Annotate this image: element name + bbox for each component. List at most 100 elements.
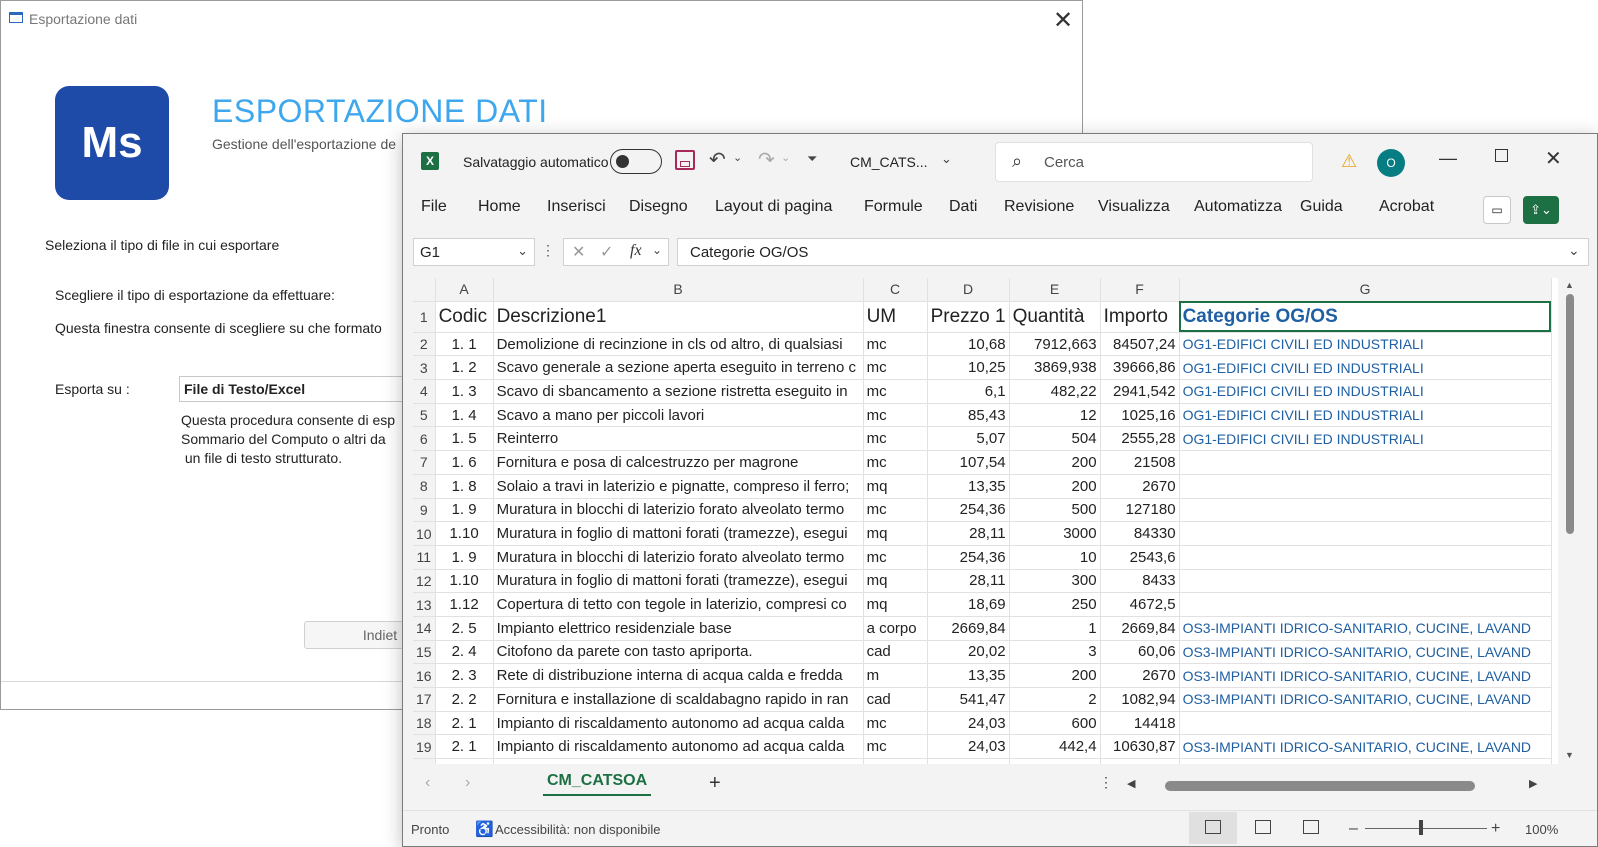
minimize-icon[interactable]: — [1439, 148, 1457, 169]
cell[interactable]: 1. 9 [435, 545, 494, 570]
cell[interactable]: 2. 4 [435, 640, 494, 665]
cell[interactable]: mc [863, 332, 928, 357]
row-header[interactable]: 18 [413, 711, 436, 736]
cell[interactable]: OG1-EDIFICI CIVILI ED INDUSTRIALI [1179, 332, 1552, 357]
row-header[interactable]: 10 [413, 521, 436, 546]
cell[interactable] [1179, 545, 1552, 570]
cell[interactable]: 1. 4 [435, 403, 494, 428]
scroll-right-icon[interactable]: ▶ [1529, 777, 1537, 790]
accessibility-icon[interactable]: ♿ [475, 820, 494, 838]
cell[interactable]: mc [863, 734, 928, 760]
cell[interactable]: 2. 5 [435, 616, 494, 641]
cell[interactable]: Categorie OG/OS [1179, 301, 1552, 333]
row-header[interactable]: 19 [413, 734, 436, 760]
zoom-slider-track[interactable] [1365, 828, 1487, 829]
zoom-out-button[interactable]: – [1349, 820, 1358, 838]
cell[interactable]: 10 [1009, 545, 1101, 570]
row-header[interactable]: 8 [413, 474, 436, 499]
scroll-up-icon[interactable]: ▲ [1565, 280, 1574, 290]
tab-file[interactable]: File [421, 198, 447, 216]
scroll-left-icon[interactable]: ◀ [1127, 777, 1135, 790]
cell[interactable]: Prezzo 1 [927, 301, 1010, 333]
name-box[interactable]: G1 ⌄ [413, 238, 535, 266]
cell[interactable]: mc [863, 379, 928, 404]
share-icon[interactable]: ⇪⌄ [1523, 196, 1559, 224]
cell[interactable]: 28,11 [927, 521, 1010, 546]
tab-revisione[interactable]: Revisione [1004, 198, 1074, 216]
row-header[interactable]: 20 [413, 758, 436, 764]
cell[interactable]: 3000 [1009, 521, 1101, 546]
cell[interactable]: 600 [1009, 711, 1101, 736]
vertical-scroll-thumb[interactable] [1566, 294, 1574, 534]
next-sheet-icon[interactable]: › [465, 774, 470, 792]
redo-icon[interactable]: ↷ [758, 147, 775, 172]
cell[interactable]: Citofono da parete con tasto apriporta. [493, 640, 864, 665]
cell[interactable]: Impianto elettrico residenziale base [493, 616, 864, 641]
add-sheet-button[interactable]: + [709, 772, 721, 795]
cell[interactable]: 13,35 [927, 474, 1010, 499]
zoom-level[interactable]: 100% [1525, 822, 1558, 837]
row-header[interactable]: 11 [413, 545, 436, 570]
row-header[interactable]: 9 [413, 498, 436, 523]
row-header[interactable]: 14 [413, 616, 436, 641]
cell[interactable]: Fornitura e posa di pozzetti per caditoi… [493, 758, 864, 764]
cell[interactable]: 84507,24 [1100, 332, 1180, 357]
page-layout-view-icon[interactable] [1255, 820, 1271, 834]
cell[interactable]: OS3-IMPIANTI IDRICO-SANITARIO, CUCINE, L… [1179, 640, 1552, 665]
cell[interactable]: mq [863, 569, 928, 594]
cell[interactable]: 2669,84 [1100, 616, 1180, 641]
cell[interactable]: 1. 2 [435, 355, 494, 381]
cell[interactable]: mc [863, 450, 928, 475]
cell[interactable]: 1082,94 [1100, 687, 1180, 712]
autosave-toggle[interactable] [610, 149, 662, 174]
cell[interactable] [1179, 711, 1552, 736]
status-accessibility[interactable]: Accessibilità: non disponibile [495, 822, 660, 837]
cell[interactable] [1179, 474, 1552, 499]
cell[interactable]: 1. 3 [435, 379, 494, 404]
cell[interactable]: 300 [1009, 569, 1101, 594]
cell[interactable]: mc [863, 426, 928, 452]
cell[interactable]: 1025,16 [1100, 403, 1180, 428]
cell[interactable]: Rete di distribuzione interna di acqua c… [493, 663, 864, 688]
cell[interactable]: OS3-IMPIANTI IDRICO-SANITARIO, CUCINE, L… [1179, 734, 1552, 760]
formula-bar-grip-icon[interactable]: ⋮ [541, 242, 555, 259]
spreadsheet-grid[interactable]: A B C D E F G 1 Codic Descrizione1 UM Prezzo… [413, 278, 1558, 764]
cell[interactable] [1179, 450, 1552, 475]
cell[interactable]: Scavo generale a sezione aperta eseguito… [493, 355, 864, 381]
cell[interactable]: 4672,5 [1100, 592, 1180, 617]
cell[interactable]: 60,06 [1100, 640, 1180, 665]
column-header[interactable]: B [493, 278, 864, 302]
row-header[interactable]: 1 [413, 301, 436, 333]
insert-function-icon[interactable]: fx [630, 242, 642, 260]
cell[interactable]: 7912,663 [1009, 332, 1101, 357]
cell[interactable]: 1 [1009, 616, 1101, 641]
cell[interactable]: 442,4 [1009, 734, 1101, 760]
export-format-select[interactable]: File di Testo/Excel [179, 376, 439, 402]
cell[interactable]: OG1-EDIFICI CIVILI ED INDUSTRIALI [1179, 426, 1552, 452]
column-header[interactable]: D [927, 278, 1010, 302]
tab-acrobat[interactable]: Acrobat [1379, 198, 1434, 216]
column-header[interactable]: A [435, 278, 494, 302]
cell[interactable]: OS3-IMPIANTI IDRICO-SANITARIO, CUCINE, L… [1179, 663, 1552, 688]
cell[interactable]: 2. 2 [435, 687, 494, 712]
cell[interactable]: 48,33 [927, 758, 1010, 764]
cell[interactable]: Demolizione di recinzione in cls od altr… [493, 332, 864, 357]
cell[interactable]: 200 [1009, 663, 1101, 688]
cell[interactable]: mc [863, 403, 928, 428]
row-header[interactable]: 17 [413, 687, 436, 712]
undo-icon[interactable]: ↶ [709, 147, 726, 172]
cell[interactable]: 2. 1 [435, 734, 494, 760]
cell[interactable]: 2 [1009, 687, 1101, 712]
cell[interactable]: 2670 [1100, 474, 1180, 499]
cell[interactable]: 500 [1009, 498, 1101, 523]
cell[interactable]: Descrizione1 [493, 301, 864, 333]
prev-sheet-icon[interactable]: ‹ [425, 774, 430, 792]
cell[interactable]: mc [863, 545, 928, 570]
cell[interactable]: 45 [1009, 758, 1101, 764]
column-header[interactable]: C [863, 278, 928, 302]
formula-input[interactable]: Categorie OG/OS [677, 238, 1589, 266]
cell[interactable]: Muratura in foglio di mattoni forati (tr… [493, 521, 864, 546]
cell[interactable]: 541,47 [927, 687, 1010, 712]
cell[interactable]: Impianto di riscaldamento autonomo ad ac… [493, 711, 864, 736]
avatar[interactable]: O [1377, 149, 1405, 177]
